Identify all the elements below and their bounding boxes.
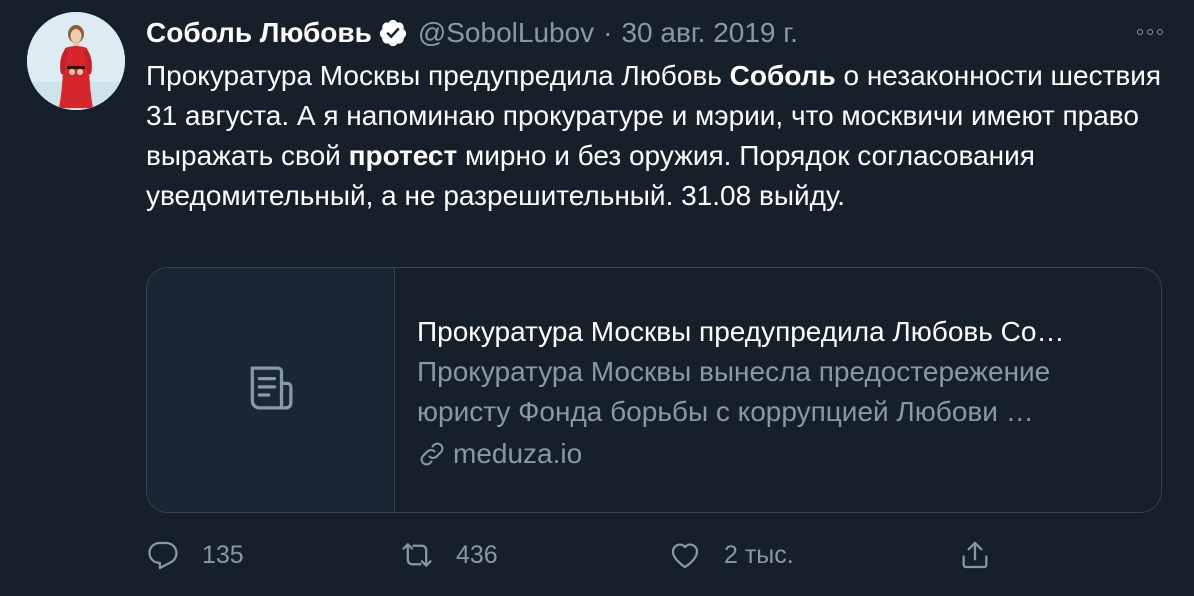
card-domain: meduza.io	[453, 438, 583, 469]
tweet[interactable]: Соболь Любовь @SobolLubov · 30 авг. 2019…	[0, 0, 1194, 596]
share-button[interactable]	[958, 534, 1014, 576]
author-handle[interactable]: @SobolLubov	[418, 17, 594, 49]
card-domain-row: meduza.io	[417, 434, 1137, 474]
reply-count: 135	[202, 540, 244, 569]
link-card[interactable]: Прокуратура Москвы предупредила Любовь С…	[146, 267, 1162, 513]
tweet-text-part1: Прокуратура Москвы предупредила Любовь	[146, 60, 730, 91]
verified-badge-icon	[378, 18, 408, 48]
author-display-name[interactable]: Соболь Любовь	[146, 17, 372, 49]
reply-button[interactable]: 135	[146, 534, 244, 576]
retweet-icon	[400, 538, 434, 572]
retweet-button[interactable]: 436	[400, 534, 498, 576]
card-body: Прокуратура Москвы предупредила Любовь С…	[417, 312, 1137, 474]
heart-icon	[668, 538, 702, 572]
card-thumbnail	[147, 268, 395, 512]
like-button[interactable]: 2 тыс.	[668, 534, 794, 576]
link-icon	[417, 439, 447, 469]
retweet-count: 436	[456, 540, 498, 569]
card-title: Прокуратура Москвы предупредила Любовь С…	[417, 316, 1065, 347]
document-icon	[243, 360, 299, 421]
avatar-image	[27, 12, 125, 110]
tweet-date[interactable]: 30 авг. 2019 г.	[621, 17, 797, 49]
header-separator: ·	[603, 17, 613, 48]
tweet-text: Прокуратура Москвы предупредила Любовь С…	[146, 56, 1166, 216]
share-icon	[958, 538, 992, 572]
more-options-icon[interactable]	[1130, 20, 1170, 44]
reply-icon	[146, 538, 180, 572]
like-count: 2 тыс.	[724, 540, 794, 569]
tweet-header: Соболь Любовь @SobolLubov · 30 авг. 2019…	[146, 14, 798, 52]
card-description: Прокуратура Москвы вынесла предостережен…	[417, 356, 1051, 427]
tweet-text-bold2: протест	[348, 140, 458, 171]
tweet-text-bold1: Соболь	[729, 60, 836, 91]
tweet-actions: 135 436 2 тыс.	[146, 534, 1006, 576]
avatar[interactable]	[27, 12, 125, 110]
